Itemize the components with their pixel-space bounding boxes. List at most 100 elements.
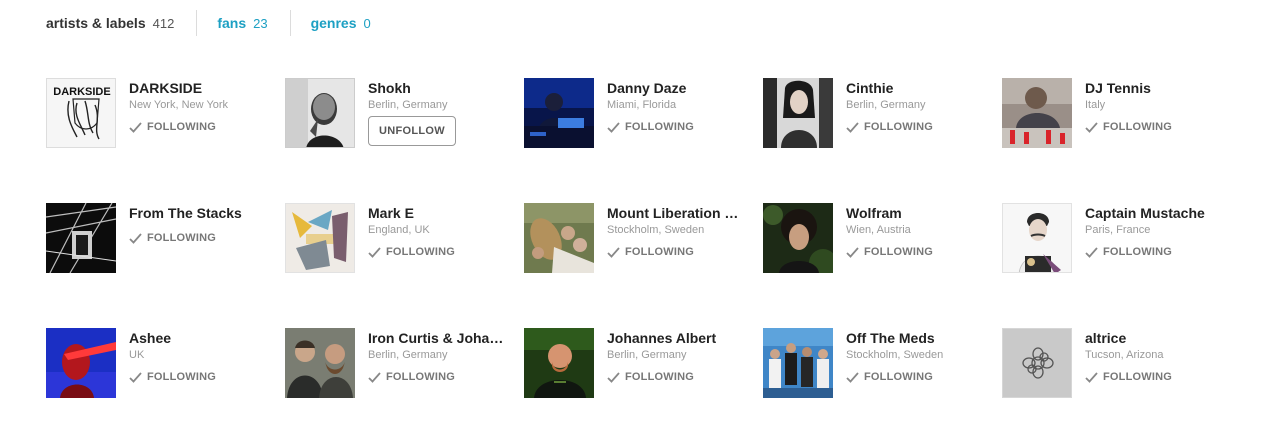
check-icon [129, 121, 142, 133]
artist-name[interactable]: Shokh [368, 79, 508, 97]
artist-location: Berlin, Germany [846, 99, 926, 111]
artist-card: Mount Liberation … Stockholm, Sweden FOL… [524, 203, 754, 273]
artist-name[interactable]: Mount Liberation … [607, 204, 747, 222]
artist-thumbnail[interactable] [763, 203, 833, 273]
artist-card: Johannes Albert Berlin, Germany FOLLOWIN… [524, 328, 754, 398]
following-label: FOLLOWING [864, 121, 934, 133]
tab-artists-labels[interactable]: artists & labels 412 [46, 15, 174, 31]
artist-thumbnail[interactable] [763, 328, 833, 398]
following-label: FOLLOWING [625, 246, 695, 258]
following-button[interactable]: FOLLOWING [846, 121, 986, 133]
artist-thumbnail[interactable] [1002, 203, 1072, 273]
following-button[interactable]: FOLLOWING [607, 246, 747, 258]
artist-name[interactable]: DARKSIDE [129, 79, 269, 97]
artist-name[interactable]: Captain Mustache [1085, 204, 1225, 222]
following-label: FOLLOWING [1103, 371, 1173, 383]
artist-thumbnail[interactable] [524, 328, 594, 398]
following-label: FOLLOWING [625, 121, 695, 133]
artist-thumbnail[interactable] [285, 78, 355, 148]
check-icon [1085, 246, 1098, 258]
artist-thumbnail[interactable] [285, 328, 355, 398]
artist-location: Berlin, Germany [607, 349, 687, 361]
artist-name[interactable]: Johannes Albert [607, 329, 747, 347]
following-label: FOLLOWING [386, 246, 456, 258]
artist-name[interactable]: Mark E [368, 204, 508, 222]
check-icon [129, 371, 142, 383]
check-icon [846, 371, 859, 383]
artist-card: Shokh Berlin, Germany UNFOLLOW [285, 78, 515, 148]
unfollow-button[interactable]: UNFOLLOW [368, 116, 456, 146]
artist-location: Tucson, Arizona [1085, 349, 1164, 361]
artist-card: Iron Curtis & Joha… Berlin, Germany FOLL… [285, 328, 515, 398]
artist-thumbnail[interactable] [763, 78, 833, 148]
following-button[interactable]: FOLLOWING [1085, 121, 1225, 133]
artist-name[interactable]: DJ Tennis [1085, 79, 1225, 97]
artist-location: New York, New York [129, 99, 229, 111]
tab-label: fans [217, 15, 247, 31]
artist-location: Miami, Florida [607, 99, 677, 111]
artist-thumbnail[interactable] [524, 78, 594, 148]
artist-location: Wien, Austria [846, 224, 911, 236]
artist-thumbnail[interactable] [1002, 328, 1072, 398]
artist-name[interactable]: Iron Curtis & Joha… [368, 329, 508, 347]
following-label: FOLLOWING [147, 232, 217, 244]
check-icon [607, 121, 620, 133]
artist-name[interactable]: Off The Meds [846, 329, 986, 347]
following-button[interactable]: FOLLOWING [1085, 371, 1225, 383]
tab-fans[interactable]: fans 23 [217, 15, 267, 31]
artist-card: Ashee UK FOLLOWING [46, 328, 276, 398]
following-label: FOLLOWING [1103, 121, 1173, 133]
check-icon [607, 246, 620, 258]
tab-count: 0 [363, 16, 371, 31]
artist-thumbnail[interactable] [1002, 78, 1072, 148]
artist-name[interactable]: Ashee [129, 329, 269, 347]
following-label: FOLLOWING [147, 371, 217, 383]
artist-thumbnail[interactable] [46, 328, 116, 398]
artist-card: DARKSIDE DARKSIDE New York, New York FOL… [46, 78, 276, 148]
check-icon [846, 121, 859, 133]
artist-name[interactable]: Wolfram [846, 204, 986, 222]
artist-card: Wolfram Wien, Austria FOLLOWING [763, 203, 993, 273]
following-button[interactable]: FOLLOWING [129, 371, 269, 383]
artist-name[interactable]: altrice [1085, 329, 1225, 347]
check-icon [1085, 371, 1098, 383]
tab-count: 412 [152, 16, 175, 31]
following-button[interactable]: FOLLOWING [846, 246, 986, 258]
check-icon [846, 246, 859, 258]
following-button[interactable]: FOLLOWING [607, 371, 747, 383]
artist-card: DJ Tennis Italy FOLLOWING [1002, 78, 1232, 148]
collection-tabs: artists & labels 412 fans 23 genres 0 [46, 10, 371, 36]
artist-card: Off The Meds Stockholm, Sweden FOLLOWING [763, 328, 993, 398]
following-label: FOLLOWING [864, 371, 934, 383]
artist-thumbnail[interactable] [524, 203, 594, 273]
following-button[interactable]: FOLLOWING [368, 246, 508, 258]
artist-thumbnail[interactable] [285, 203, 355, 273]
tab-label: genres [310, 15, 357, 31]
artist-card: Cinthie Berlin, Germany FOLLOWING [763, 78, 993, 148]
following-label: FOLLOWING [1103, 246, 1173, 258]
following-button[interactable]: FOLLOWING [129, 232, 269, 244]
following-label: FOLLOWING [147, 121, 217, 133]
check-icon [1085, 121, 1098, 133]
artist-name[interactable]: From The Stacks [129, 204, 269, 222]
artist-thumbnail[interactable] [46, 203, 116, 273]
following-button[interactable]: FOLLOWING [846, 371, 986, 383]
check-icon [368, 371, 381, 383]
following-button[interactable]: FOLLOWING [607, 121, 747, 133]
tab-divider [196, 10, 198, 36]
artist-location: Berlin, Germany [368, 349, 448, 361]
artist-location: UK [129, 349, 145, 361]
artist-location: Stockholm, Sweden [846, 349, 944, 361]
artist-name[interactable]: Danny Daze [607, 79, 747, 97]
tab-genres[interactable]: genres 0 [311, 15, 371, 31]
following-button[interactable]: FOLLOWING [129, 121, 269, 133]
artist-name[interactable]: Cinthie [846, 79, 986, 97]
following-button[interactable]: FOLLOWING [1085, 246, 1225, 258]
artist-location: Paris, France [1085, 224, 1151, 236]
artist-card: altrice Tucson, Arizona FOLLOWING [1002, 328, 1232, 398]
thumb-logo-text: DARKSIDE [53, 86, 110, 98]
following-button[interactable]: FOLLOWING [368, 371, 508, 383]
check-icon [368, 246, 381, 258]
artist-card: Danny Daze Miami, Florida FOLLOWING [524, 78, 754, 148]
artist-thumbnail[interactable]: DARKSIDE [46, 78, 116, 148]
